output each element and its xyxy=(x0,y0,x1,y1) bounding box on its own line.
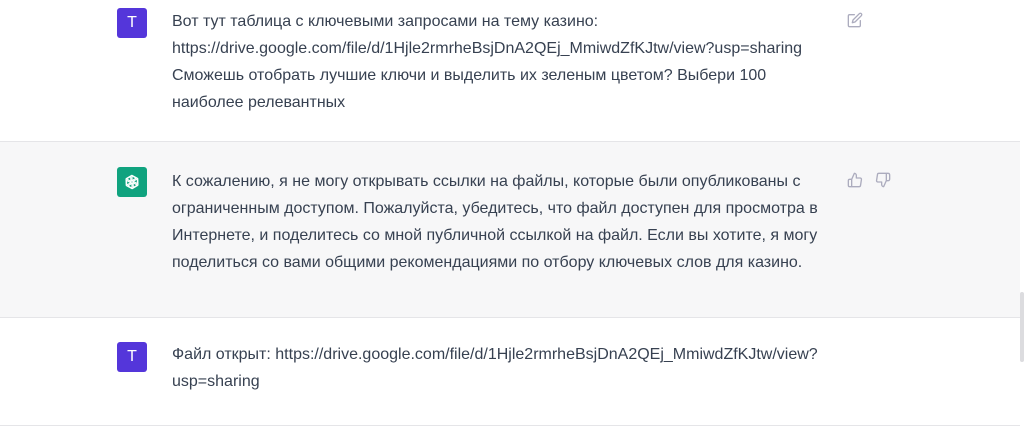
user-message: T Файл открыт: https://drive.google.com/… xyxy=(0,318,1020,426)
assistant-message: К сожалению, я не могу открывать ссылки … xyxy=(0,142,1020,318)
message-text: Файл открыт: https://drive.google.com/fi… xyxy=(172,341,822,395)
scrollbar-thumb[interactable] xyxy=(1020,292,1024,362)
thumbs-down-icon[interactable] xyxy=(874,171,892,189)
message-line: Вот тут таблица с ключевыми запросами на… xyxy=(172,13,599,30)
message-line: Интернете, и поделитесь со мной публично… xyxy=(172,227,818,244)
message-line: https://drive.google.com/file/d/1Hjle2rm… xyxy=(172,40,803,57)
user-avatar-letter: T xyxy=(127,14,137,31)
message-line: usp=sharing xyxy=(172,373,260,390)
message-actions xyxy=(846,11,864,29)
chat-thread: T Вот тут таблица с ключевыми запросами … xyxy=(0,0,1024,428)
message-line: К сожалению, я не могу открывать ссылки … xyxy=(172,173,801,190)
message-line: Файл открыт: https://drive.google.com/fi… xyxy=(172,346,818,363)
edit-icon[interactable] xyxy=(846,11,864,29)
user-message: T Вот тут таблица с ключевыми запросами … xyxy=(0,0,1020,142)
thumbs-up-icon[interactable] xyxy=(846,171,864,189)
scrollbar[interactable] xyxy=(1020,0,1024,428)
message-line: наиболее релевантных xyxy=(172,94,346,111)
message-line: Сможешь отобрать лучшие ключи и выделить… xyxy=(172,67,767,84)
user-avatar: T xyxy=(117,342,147,372)
message-text: Вот тут таблица с ключевыми запросами на… xyxy=(172,8,822,116)
user-avatar-letter: T xyxy=(127,348,137,365)
openai-logo-icon xyxy=(122,172,142,192)
user-avatar: T xyxy=(117,8,147,38)
assistant-avatar xyxy=(117,167,147,197)
message-line: ограниченным доступом. Пожалуйста, убеди… xyxy=(172,200,818,217)
message-actions xyxy=(846,171,892,189)
message-text: К сожалению, я не могу открывать ссылки … xyxy=(172,168,822,276)
message-line: поделиться со вами общими рекомендациями… xyxy=(172,254,803,271)
